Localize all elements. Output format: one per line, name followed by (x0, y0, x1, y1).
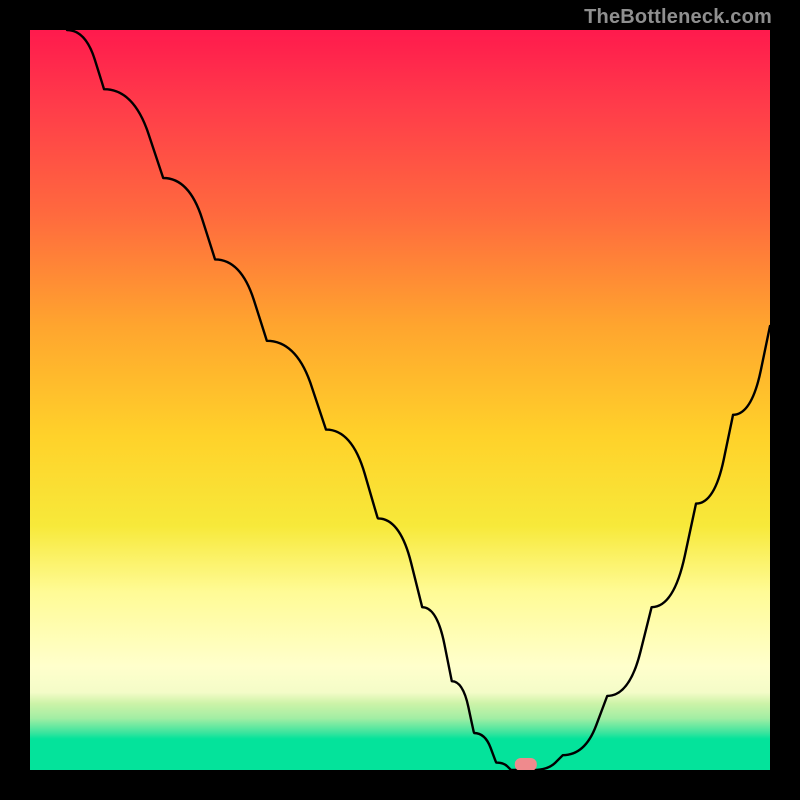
curve-svg (30, 30, 770, 770)
plot-area (30, 30, 770, 770)
bottleneck-chart: TheBottleneck.com (0, 0, 800, 800)
optimal-marker (515, 758, 537, 770)
watermark-text: TheBottleneck.com (584, 6, 772, 29)
bottleneck-curve-path (67, 30, 770, 770)
